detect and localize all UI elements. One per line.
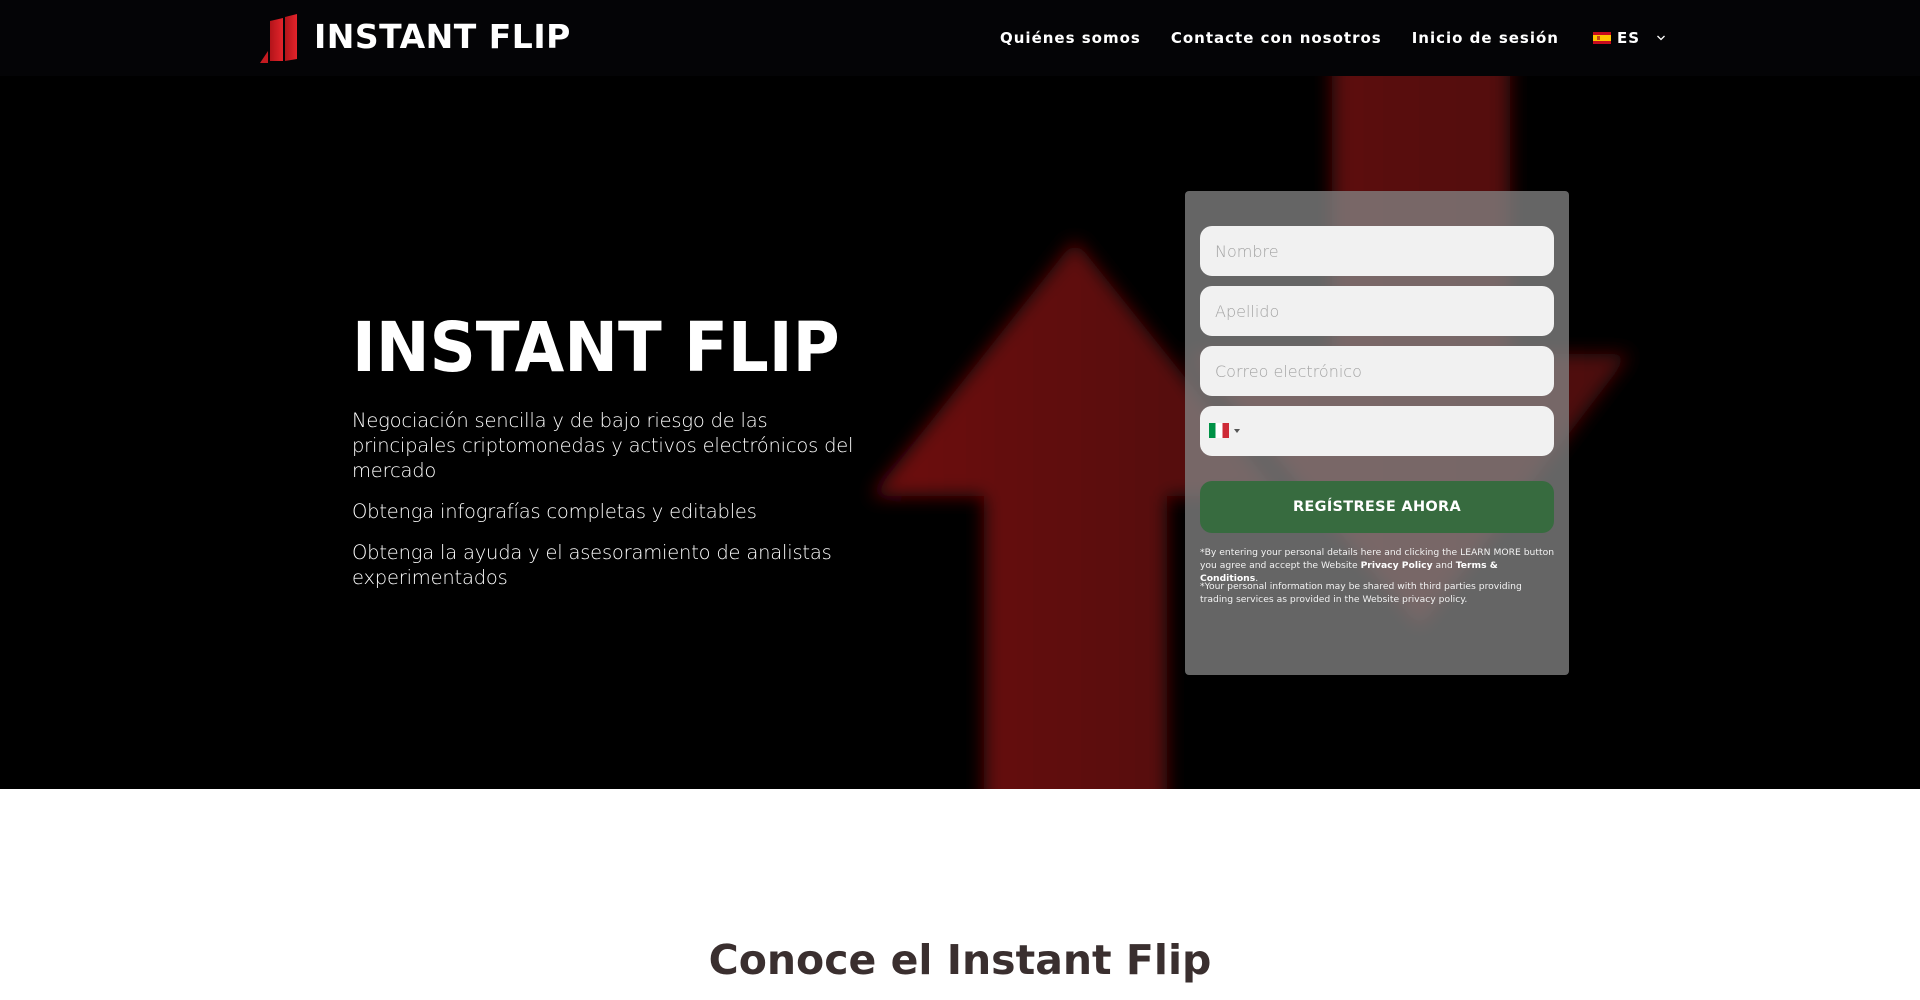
disclaimer-text: and xyxy=(1432,560,1456,571)
nav-link-login[interactable]: Inicio de sesión xyxy=(1412,29,1559,47)
main-nav: Quiénes somos Contacte con nosotros Inic… xyxy=(1000,27,1666,49)
caret-down-icon xyxy=(1234,428,1240,433)
language-label: ES xyxy=(1616,29,1641,47)
last-name-input[interactable] xyxy=(1200,286,1554,336)
registration-form: REGÍSTRESE AHORA *By entering your perso… xyxy=(1185,191,1569,675)
chevron-down-icon xyxy=(1657,35,1665,41)
register-now-button[interactable]: REGÍSTRESE AHORA xyxy=(1200,481,1554,533)
privacy-policy-link[interactable]: Privacy Policy xyxy=(1361,560,1433,571)
hero-section: INSTANT FLIP Negociación sencilla y de b… xyxy=(0,76,1920,789)
email-input[interactable] xyxy=(1200,346,1554,396)
phone-field xyxy=(1200,406,1554,456)
hero-benefits-list: Negociación sencilla y de bajo riesgo de… xyxy=(352,408,872,590)
country-code-dropdown[interactable] xyxy=(1209,423,1240,438)
benefit-item: Obtenga la ayuda y el asesoramiento de a… xyxy=(352,541,832,589)
language-selector[interactable]: ES xyxy=(1592,29,1666,47)
brand-name: INSTANT FLIP xyxy=(314,17,571,56)
spain-flag-icon xyxy=(1592,32,1611,44)
phone-input[interactable] xyxy=(1248,406,1548,456)
italy-flag-icon xyxy=(1209,423,1229,438)
benefit-item: Negociación sencilla y de bajo riesgo de… xyxy=(352,409,854,482)
benefit-item: Obtenga infografías completas y editable… xyxy=(352,500,757,523)
hero-title: INSTANT FLIP xyxy=(352,308,840,388)
red-bars-logo-icon xyxy=(260,14,297,63)
nav-link-contact[interactable]: Contacte con nosotros xyxy=(1171,29,1382,47)
site-header: INSTANT FLIP Quiénes somos Contacte con … xyxy=(0,0,1920,76)
logo-link[interactable]: INSTANT FLIP xyxy=(260,11,571,63)
data-sharing-disclaimer: *Your personal information may be shared… xyxy=(1200,581,1522,605)
first-name-input[interactable] xyxy=(1200,226,1554,276)
section-title: Conoce el Instant Flip xyxy=(708,936,1212,984)
hero-content: INSTANT FLIP Negociación sencilla y de b… xyxy=(352,308,872,606)
hero-background-arrows xyxy=(872,76,1630,789)
nav-link-about[interactable]: Quiénes somos xyxy=(1000,29,1141,47)
